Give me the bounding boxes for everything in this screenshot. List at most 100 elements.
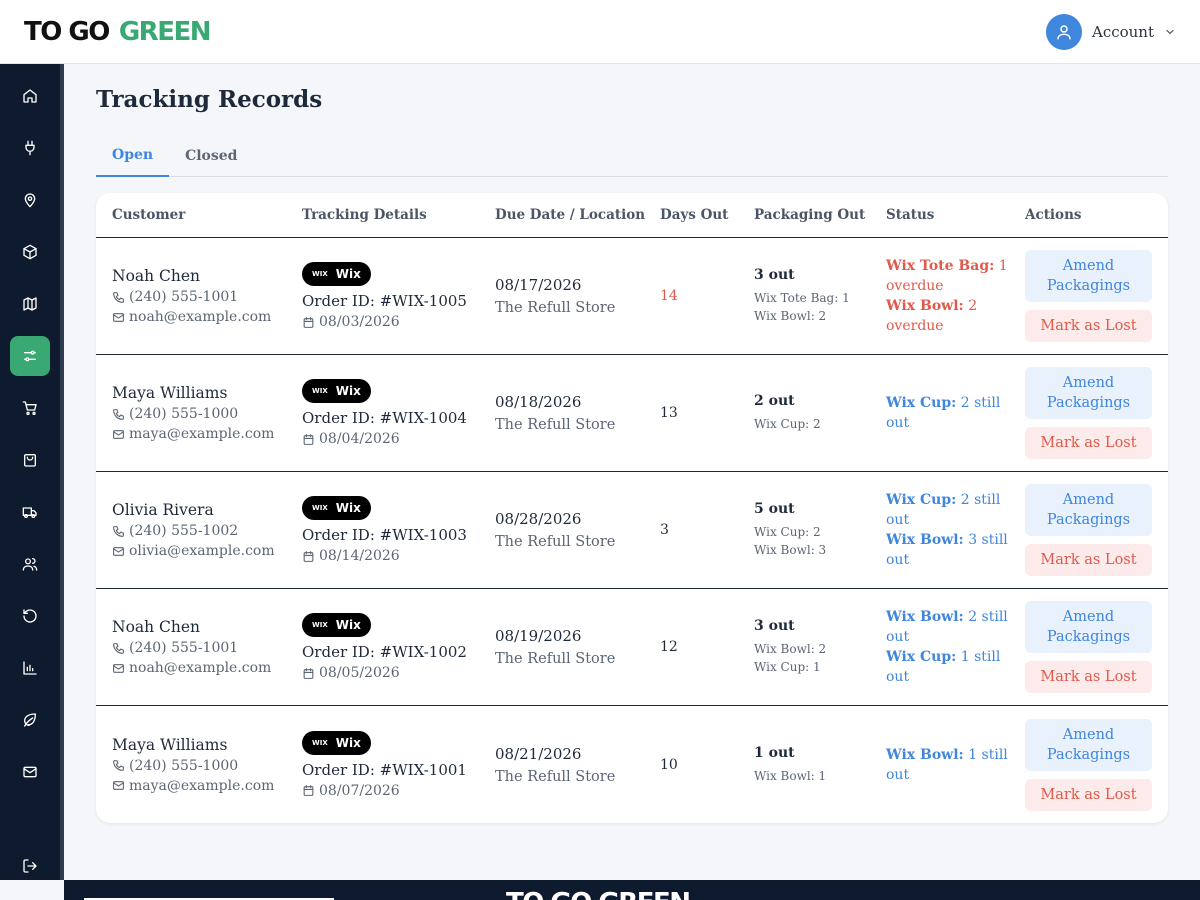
phone-text: (240) 555-1001 — [129, 289, 239, 305]
sidebar-item-home[interactable] — [10, 76, 50, 116]
customer-name: Noah Chen — [112, 618, 201, 636]
status-line: Wix Bowl: 3 still out — [886, 530, 1025, 570]
packaging-item: Wix Bowl: 1 — [754, 768, 827, 783]
due-cell: 08/18/2026 The Refull Store — [495, 393, 660, 433]
wix-badge: WIX Wix — [302, 613, 371, 637]
sidebar-item-bag[interactable] — [10, 440, 50, 480]
sidebar-item-locations[interactable] — [10, 180, 50, 220]
phone-icon — [113, 408, 124, 420]
customer-email: olivia@example.com — [112, 543, 302, 559]
packaging-total: 1 out — [754, 744, 795, 761]
sidebar-item-users[interactable] — [10, 544, 50, 584]
wix-logo: WIX — [312, 387, 328, 395]
location: The Refull Store — [495, 534, 616, 550]
status-text: Wix Cup: 2 still out — [886, 393, 1025, 433]
status-item: Wix Cup: — [886, 492, 957, 508]
due-date: 08/18/2026 — [495, 393, 582, 411]
phone-text: (240) 555-1000 — [129, 757, 239, 774]
days-out-cell: 3 — [660, 522, 754, 538]
status-item: Wix Bowl: — [886, 532, 964, 548]
mail-icon — [113, 663, 124, 673]
mail-icon — [113, 312, 124, 322]
packaging-cell: 1 out Wix Bowl: 1 — [754, 745, 886, 785]
due-cell: 08/17/2026 The Refull Store — [495, 276, 660, 316]
top-bar: TO GO GREEN Account — [0, 0, 1200, 64]
tracking-cell: WIX Wix Order ID: #WIX-1001 08/07/2026 — [302, 730, 495, 799]
amend-packagings-button[interactable]: Amend Packagings — [1025, 484, 1152, 536]
account-menu[interactable]: Account — [1045, 13, 1176, 50]
calendar-icon — [303, 550, 314, 562]
order-date-text: 08/04/2026 — [319, 431, 400, 447]
due-cell: 08/21/2026 The Refull Store — [495, 745, 660, 785]
wix-logo: WIX — [312, 270, 328, 278]
wix-badge-label: Wix — [335, 618, 361, 632]
actions-cell: Amend Packagings Mark as Lost — [1025, 250, 1168, 342]
sidebar-item-products[interactable] — [10, 232, 50, 272]
package-icon — [23, 244, 37, 260]
status-text: Wix Tote Bag: 1 overdue Wix Bowl: 2 overd… — [886, 256, 1025, 336]
wix-badge: WIX Wix — [302, 379, 371, 403]
days-out: 14 — [660, 288, 678, 304]
status-item: Wix Cup: — [886, 649, 957, 665]
brand-part-2: GREEN — [118, 16, 212, 47]
sidebar-item-map[interactable] — [10, 284, 50, 324]
order-date-text: 08/14/2026 — [319, 548, 400, 564]
sidebar-item-tracking[interactable] — [10, 336, 50, 376]
due-cell: 08/19/2026 The Refull Store — [495, 627, 660, 667]
sidebar-item-returns[interactable] — [10, 596, 50, 636]
cart-icon — [22, 401, 37, 415]
wix-logo: WIX — [312, 504, 328, 512]
calendar-icon — [303, 785, 314, 796]
sidebar-item-delivery[interactable] — [10, 492, 50, 532]
days-out: 3 — [660, 522, 669, 538]
days-out: 12 — [660, 639, 678, 655]
sidebar-item-logout[interactable] — [0, 846, 60, 880]
amend-packagings-button[interactable]: Amend Packagings — [1025, 718, 1152, 771]
mark-as-lost-button[interactable]: Mark as Lost — [1025, 310, 1152, 342]
mark-as-lost-button[interactable]: Mark as Lost — [1025, 778, 1152, 811]
days-out-cell: 13 — [660, 405, 754, 421]
location: The Refull Store — [495, 417, 616, 433]
phone-text: (240) 555-1000 — [129, 406, 239, 422]
table-header: Customer Tracking Details Due Date / Loc… — [96, 193, 1168, 238]
location: The Refull Store — [495, 768, 616, 785]
amend-packagings-button[interactable]: Amend Packagings — [1025, 601, 1152, 653]
amend-packagings-button[interactable]: Amend Packagings — [1025, 250, 1152, 302]
tab-open[interactable]: Open — [96, 135, 170, 177]
sidebar-item-mail[interactable] — [10, 752, 50, 792]
phone-text: (240) 555-1001 — [129, 640, 239, 656]
sidebar-item-cart[interactable] — [10, 388, 50, 428]
sidebar-item-reports[interactable] — [10, 648, 50, 688]
mark-as-lost-button[interactable]: Mark as Lost — [1025, 661, 1152, 693]
packaging-cell: 3 out Wix Bowl: 2 Wix Cup: 1 — [754, 618, 886, 676]
tab-closed[interactable]: Closed — [169, 135, 253, 177]
customer-phone: (240) 555-1000 — [112, 406, 302, 422]
truck-icon — [22, 507, 37, 518]
status-cell: Wix Bowl: 2 still out Wix Cup: 1 still ou… — [886, 607, 1025, 687]
page-title: Tracking Records — [96, 86, 323, 113]
customer-cell: Noah Chen (240) 555-1001 noah@example.co… — [96, 267, 302, 325]
status-cell: Wix Bowl: 1 still out — [886, 745, 1025, 785]
days-out-cell: 12 — [660, 639, 754, 655]
leaf-icon — [24, 713, 36, 727]
amend-packagings-button[interactable]: Amend Packagings — [1025, 367, 1152, 419]
order-id: Order ID: #WIX-1002 — [302, 643, 467, 661]
days-out: 10 — [660, 756, 678, 773]
sidebar-item-plug[interactable] — [10, 128, 50, 168]
customer-phone: (240) 555-1001 — [112, 640, 302, 656]
wix-badge: WIX Wix — [302, 496, 371, 520]
sidebar-nav — [0, 64, 64, 880]
location: The Refull Store — [495, 651, 616, 667]
order-id: Order ID: #WIX-1001 — [302, 760, 467, 779]
brand-logo[interactable]: TO GO GREEN — [24, 16, 212, 47]
return-icon — [23, 609, 37, 623]
packaging-item: Wix Bowl: 2 — [754, 642, 827, 656]
sidebar-item-impact[interactable] — [10, 700, 50, 740]
plug-icon — [25, 140, 35, 156]
mark-as-lost-button[interactable]: Mark as Lost — [1025, 427, 1152, 459]
due-date: 08/21/2026 — [495, 744, 582, 763]
status-item: Wix Cup: — [886, 395, 957, 411]
mark-as-lost-button[interactable]: Mark as Lost — [1025, 544, 1152, 576]
actions-cell: Amend Packagings Mark as Lost — [1025, 601, 1168, 693]
order-date-text: 08/07/2026 — [319, 782, 400, 799]
